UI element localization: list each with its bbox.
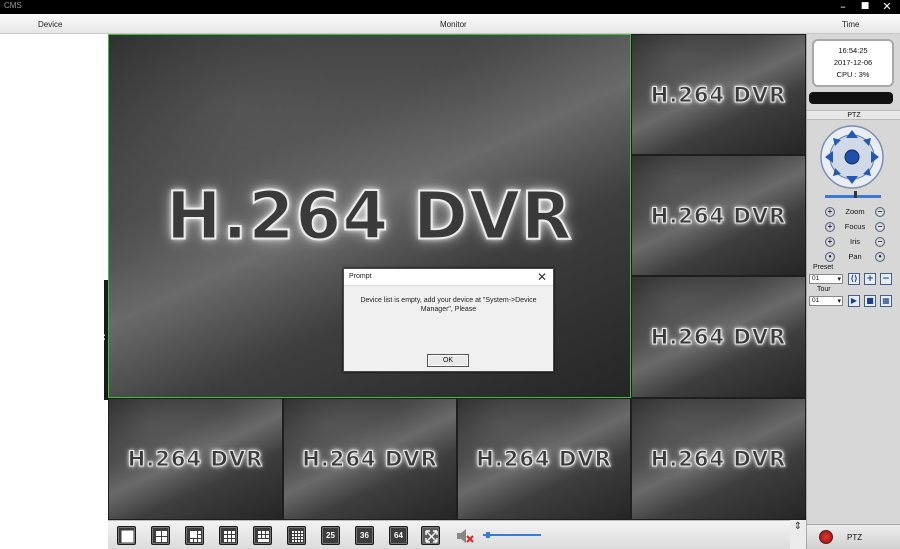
preset-goto-icon[interactable]: ⟨⟩ [848,273,860,285]
ptz-title: PTZ [807,110,900,120]
zoom-out-button[interactable]: − [875,207,885,217]
layout-8-button[interactable] [219,526,238,545]
layout-64-label: 64 [394,531,403,540]
monitor-label: Monitor [440,20,467,29]
device-list-panel[interactable] [0,34,108,549]
layout-9-icon [258,531,269,542]
fullscreen-icon [425,530,438,543]
zoom-label: Zoom [845,207,865,216]
prompt-dialog: Prompt ✕ Device list is empty, add your … [343,268,554,372]
ptz-speed-knob[interactable] [854,191,857,198]
dvr-logo: H.264 DVR [302,447,438,472]
focus-in-button[interactable]: + [825,222,835,232]
dvr-logo: H.264 DVR [650,203,787,228]
device-label: Device [38,20,63,29]
layout-4-icon [156,531,167,542]
pan-right-button[interactable]: ● [875,252,885,262]
layout-1-button[interactable] [117,526,136,545]
focus-out-button[interactable]: − [875,222,885,232]
ptz-logo-icon [819,530,833,544]
channel-2[interactable]: H.264 DVR [631,34,806,155]
layout-8-icon [224,531,235,542]
focus-label: Focus [844,222,866,231]
layout-16-icon [292,531,303,542]
channel-3[interactable]: H.264 DVR [631,155,806,276]
dialog-message: Device list is empty, add your device at… [360,297,537,313]
layout-64-button[interactable]: 64 [389,526,408,545]
preset-select[interactable]: 01 [809,274,843,284]
layout-25-label: 25 [326,531,335,540]
channel-8[interactable]: H.264 DVR [631,398,806,520]
ptz-footer-label: PTZ [847,533,863,542]
layout-6-button[interactable] [185,526,204,545]
dialog-close-icon[interactable]: ✕ [537,270,547,284]
channel-7[interactable]: H.264 DVR [457,398,631,520]
ok-button[interactable]: OK [427,354,469,367]
layout-4-button[interactable] [151,526,170,545]
layout-16-button[interactable] [287,526,306,545]
clock-text: 16:54:25 [838,46,868,55]
toolbar-scroll-arrows[interactable]: ⇕ [790,520,806,549]
status-box: 16:54:25 2017-12-06 CPU : 3% [812,39,894,87]
layout-36-button[interactable]: 36 [355,526,374,545]
close-button[interactable]: ✕ [878,0,896,14]
status-bar [809,92,893,104]
ptz-direction-pad[interactable] [819,124,885,190]
iris-open-button[interactable]: + [825,237,835,247]
tour-grid-icon[interactable]: ▦ [880,295,892,307]
header-bar: Device Monitor Time [0,14,900,34]
iris-label: Iris [850,237,860,246]
mute-icon[interactable] [456,528,474,544]
title-bar: CMS – ■ ✕ [0,0,900,14]
dvr-logo: H.264 DVR [127,447,264,472]
layout-toolbar: 25 36 64 [108,520,806,549]
tour-select[interactable]: 01 [809,296,843,306]
dvr-logo: H.264 DVR [165,177,573,256]
chevron-left-icon[interactable]: ‹ [101,330,106,345]
volume-slider[interactable] [483,530,541,538]
window-title: CMS [4,1,22,10]
right-panel: 16:54:25 2017-12-06 CPU : 3% PTZ + Zoom … [806,34,900,549]
dvr-logo: H.264 DVR [650,82,787,107]
volume-knob[interactable] [486,532,490,538]
maximize-button[interactable]: ■ [856,0,874,14]
layout-6-icon [190,531,201,542]
pan-row: ● Pan ● [825,251,885,263]
pan-label: Pan [848,252,862,261]
dialog-title: Prompt [349,273,372,280]
zoom-in-button[interactable]: + [825,207,835,217]
ptz-footer[interactable]: PTZ [807,524,900,549]
iris-close-button[interactable]: − [875,237,885,247]
layout-25-button[interactable]: 25 [321,526,340,545]
dvr-logo: H.264 DVR [476,447,612,472]
time-label: Time [842,20,860,29]
channel-4[interactable]: H.264 DVR [631,276,806,398]
tour-play-icon[interactable]: ▶ [848,295,860,307]
channel-5[interactable]: H.264 DVR [108,398,283,520]
dvr-logo: H.264 DVR [650,447,787,472]
iris-row: + Iris − [825,236,885,248]
pan-left-button[interactable]: ● [825,252,835,262]
ptz-speed-slider[interactable] [825,191,881,198]
fullscreen-button[interactable] [421,526,440,545]
layout-1-icon [121,530,134,543]
cpu-text: CPU : 3% [836,70,870,79]
layout-36-label: 36 [360,531,369,540]
zoom-row: + Zoom − [825,206,885,218]
minimize-button[interactable]: – [834,0,852,14]
layout-9-button[interactable] [253,526,272,545]
focus-row: + Focus − [825,221,885,233]
tour-label: Tour [817,286,831,293]
channel-6[interactable]: H.264 DVR [283,398,457,520]
preset-add-icon[interactable]: + [864,273,876,285]
tour-stop-icon[interactable]: ■ [864,295,876,307]
preset-label: Preset [813,264,834,271]
date-text: 2017-12-06 [833,58,873,67]
cms-window: CMS – ■ ✕ Device Monitor Time ‹ H.264 DV… [0,0,900,549]
dvr-logo: H.264 DVR [650,325,787,350]
preset-remove-icon[interactable]: − [880,273,892,285]
dialog-title-bar: Prompt ✕ [344,269,553,286]
